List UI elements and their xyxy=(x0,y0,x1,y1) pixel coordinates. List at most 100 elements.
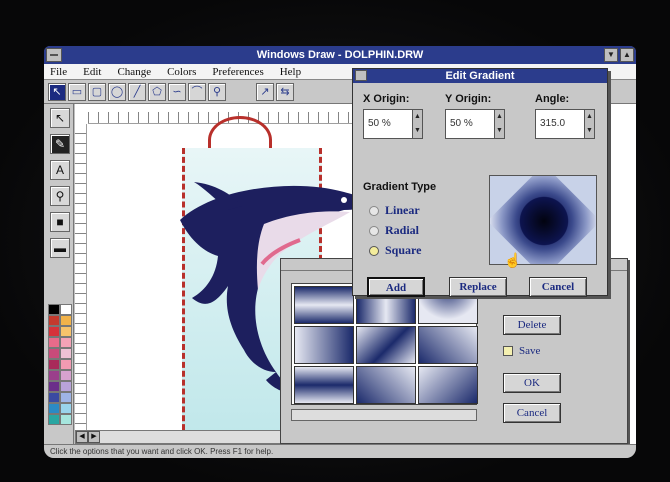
palette-swatch[interactable] xyxy=(48,348,60,359)
radio-radial-dot[interactable] xyxy=(369,225,379,236)
y-origin-arrows-icon[interactable]: ▲ ▼ xyxy=(494,110,504,138)
radio-linear[interactable]: Linear xyxy=(369,203,420,218)
palette-swatch[interactable] xyxy=(60,370,72,381)
rectangle-tool-icon[interactable]: ▭ xyxy=(68,83,86,101)
palette-swatch[interactable] xyxy=(48,392,60,403)
rounded-rect-tool-icon[interactable]: ▢ xyxy=(88,83,106,101)
cancel-button[interactable]: Cancel xyxy=(529,277,587,297)
angle-stepper[interactable]: 315.0 ▲ ▼ xyxy=(535,109,595,139)
radio-square-dot[interactable] xyxy=(369,245,379,256)
palette-swatch[interactable] xyxy=(48,414,60,425)
save-checkbox[interactable]: Save xyxy=(503,345,540,357)
palette-swatch[interactable] xyxy=(48,315,60,326)
ellipse-tool-icon[interactable]: ◯ xyxy=(108,83,126,101)
save-checkbox-box[interactable] xyxy=(503,346,513,356)
palette-swatch[interactable] xyxy=(60,348,72,359)
gradient-swatch[interactable] xyxy=(294,326,354,364)
menu-help[interactable]: Help xyxy=(280,66,301,78)
scroll-right-icon[interactable]: ▶ xyxy=(88,431,100,443)
fill-tool-icon[interactable]: ■ xyxy=(50,212,70,232)
edit-gradient-dialog: Edit Gradient X Origin: Y Origin: Angle:… xyxy=(352,68,608,297)
x-origin-stepper[interactable]: 50 % ▲ ▼ xyxy=(363,109,423,139)
system-menu-icon[interactable] xyxy=(46,48,62,62)
curve-tool-icon[interactable]: ∽ xyxy=(168,83,186,101)
palette-swatch[interactable] xyxy=(48,359,60,370)
palette-swatch[interactable] xyxy=(60,414,72,425)
gradient-swatch[interactable] xyxy=(294,286,354,324)
gradient-swatch[interactable] xyxy=(418,326,478,364)
maximize-icon[interactable]: ▲ xyxy=(620,48,634,62)
menu-change[interactable]: Change xyxy=(117,66,151,78)
ok-button[interactable]: OK xyxy=(503,373,561,393)
y-origin-value[interactable]: 50 % xyxy=(450,118,473,129)
y-origin-label: Y Origin: xyxy=(445,93,492,105)
gradient-swatch[interactable] xyxy=(294,366,354,404)
status-bar: Click the options that you want and clic… xyxy=(44,444,636,458)
replace-button[interactable]: Replace xyxy=(449,277,507,297)
radio-radial[interactable]: Radial xyxy=(369,223,419,238)
status-text: Click the options that you want and clic… xyxy=(50,447,274,456)
angle-value[interactable]: 315.0 xyxy=(540,118,565,129)
color-palette xyxy=(48,304,72,425)
palette-swatch[interactable] xyxy=(60,381,72,392)
vertical-ruler xyxy=(75,124,87,444)
minimize-icon[interactable]: ▼ xyxy=(604,48,618,62)
gradient-swatch[interactable] xyxy=(356,366,416,404)
palette-swatch[interactable] xyxy=(48,381,60,392)
align-tool-icon[interactable]: ↗ xyxy=(256,83,274,101)
polygon-tool-icon[interactable]: ⬠ xyxy=(148,83,166,101)
palette-swatch[interactable] xyxy=(60,392,72,403)
library-hscroll[interactable] xyxy=(291,409,477,421)
palette-swatch[interactable] xyxy=(60,337,72,348)
window-controls: ▼ ▲ xyxy=(604,48,634,62)
add-button[interactable]: Add xyxy=(367,277,425,297)
magnify-tool-icon[interactable]: ⚲ xyxy=(50,186,70,206)
mouse-cursor-icon: ☝ xyxy=(504,252,522,268)
delete-button[interactable]: Delete xyxy=(503,315,561,335)
gradient-swatch[interactable] xyxy=(356,326,416,364)
text-tool-icon[interactable]: A xyxy=(50,160,70,180)
palette-swatch[interactable] xyxy=(60,403,72,414)
palette-swatch[interactable] xyxy=(60,359,72,370)
palette-swatch[interactable] xyxy=(48,370,60,381)
angle-arrows-icon[interactable]: ▲ ▼ xyxy=(584,110,594,138)
x-origin-value[interactable]: 50 % xyxy=(368,118,391,129)
radio-square[interactable]: Square xyxy=(369,243,421,258)
palette-swatch[interactable] xyxy=(48,326,60,337)
outline-tool-icon[interactable]: ▬ xyxy=(50,238,70,258)
palette-swatch[interactable] xyxy=(48,337,60,348)
edit-gradient-title: Edit Gradient xyxy=(445,70,515,82)
arc-tool-icon[interactable]: ⌒ xyxy=(188,83,206,101)
tool-column: ↖ ✎ A ⚲ ■ ▬ xyxy=(44,104,74,444)
menu-edit[interactable]: Edit xyxy=(83,66,101,78)
menu-file[interactable]: File xyxy=(50,66,67,78)
radio-linear-label: Linear xyxy=(385,203,420,217)
radio-linear-dot[interactable] xyxy=(369,205,379,216)
palette-swatch[interactable] xyxy=(48,403,60,414)
palette-swatch[interactable] xyxy=(48,304,60,315)
select-tool-icon[interactable]: ↖ xyxy=(50,108,70,128)
zoom-tool-icon[interactable]: ⚲ xyxy=(208,83,226,101)
app-titlebar: Windows Draw - DOLPHIN.DRW ▼ ▲ xyxy=(44,46,636,64)
scroll-left-icon[interactable]: ◀ xyxy=(76,431,88,443)
gradient-swatch-grid xyxy=(291,283,478,405)
gradient-type-label: Gradient Type xyxy=(363,181,437,193)
line-tool-icon[interactable]: ╱ xyxy=(128,83,146,101)
dialog-system-menu-icon[interactable] xyxy=(355,70,367,81)
menu-preferences[interactable]: Preferences xyxy=(212,66,263,78)
angle-label: Angle: xyxy=(535,93,570,105)
library-cancel-button[interactable]: Cancel xyxy=(503,403,561,423)
pen-tool-icon[interactable]: ✎ xyxy=(50,134,70,154)
x-origin-arrows-icon[interactable]: ▲ ▼ xyxy=(412,110,422,138)
palette-swatch[interactable] xyxy=(60,326,72,337)
rotate-tool-icon[interactable]: ⇆ xyxy=(276,83,294,101)
gradient-swatch[interactable] xyxy=(418,366,478,404)
palette-swatch[interactable] xyxy=(60,315,72,326)
app-title: Windows Draw - DOLPHIN.DRW xyxy=(256,49,424,61)
radio-square-label: Square xyxy=(385,243,422,257)
palette-swatch[interactable] xyxy=(60,304,72,315)
menu-colors[interactable]: Colors xyxy=(167,66,196,78)
canvas-hscroll[interactable]: ◀ ▶ xyxy=(75,430,287,444)
pointer-tool-icon[interactable]: ↖ xyxy=(48,83,66,101)
y-origin-stepper[interactable]: 50 % ▲ ▼ xyxy=(445,109,505,139)
